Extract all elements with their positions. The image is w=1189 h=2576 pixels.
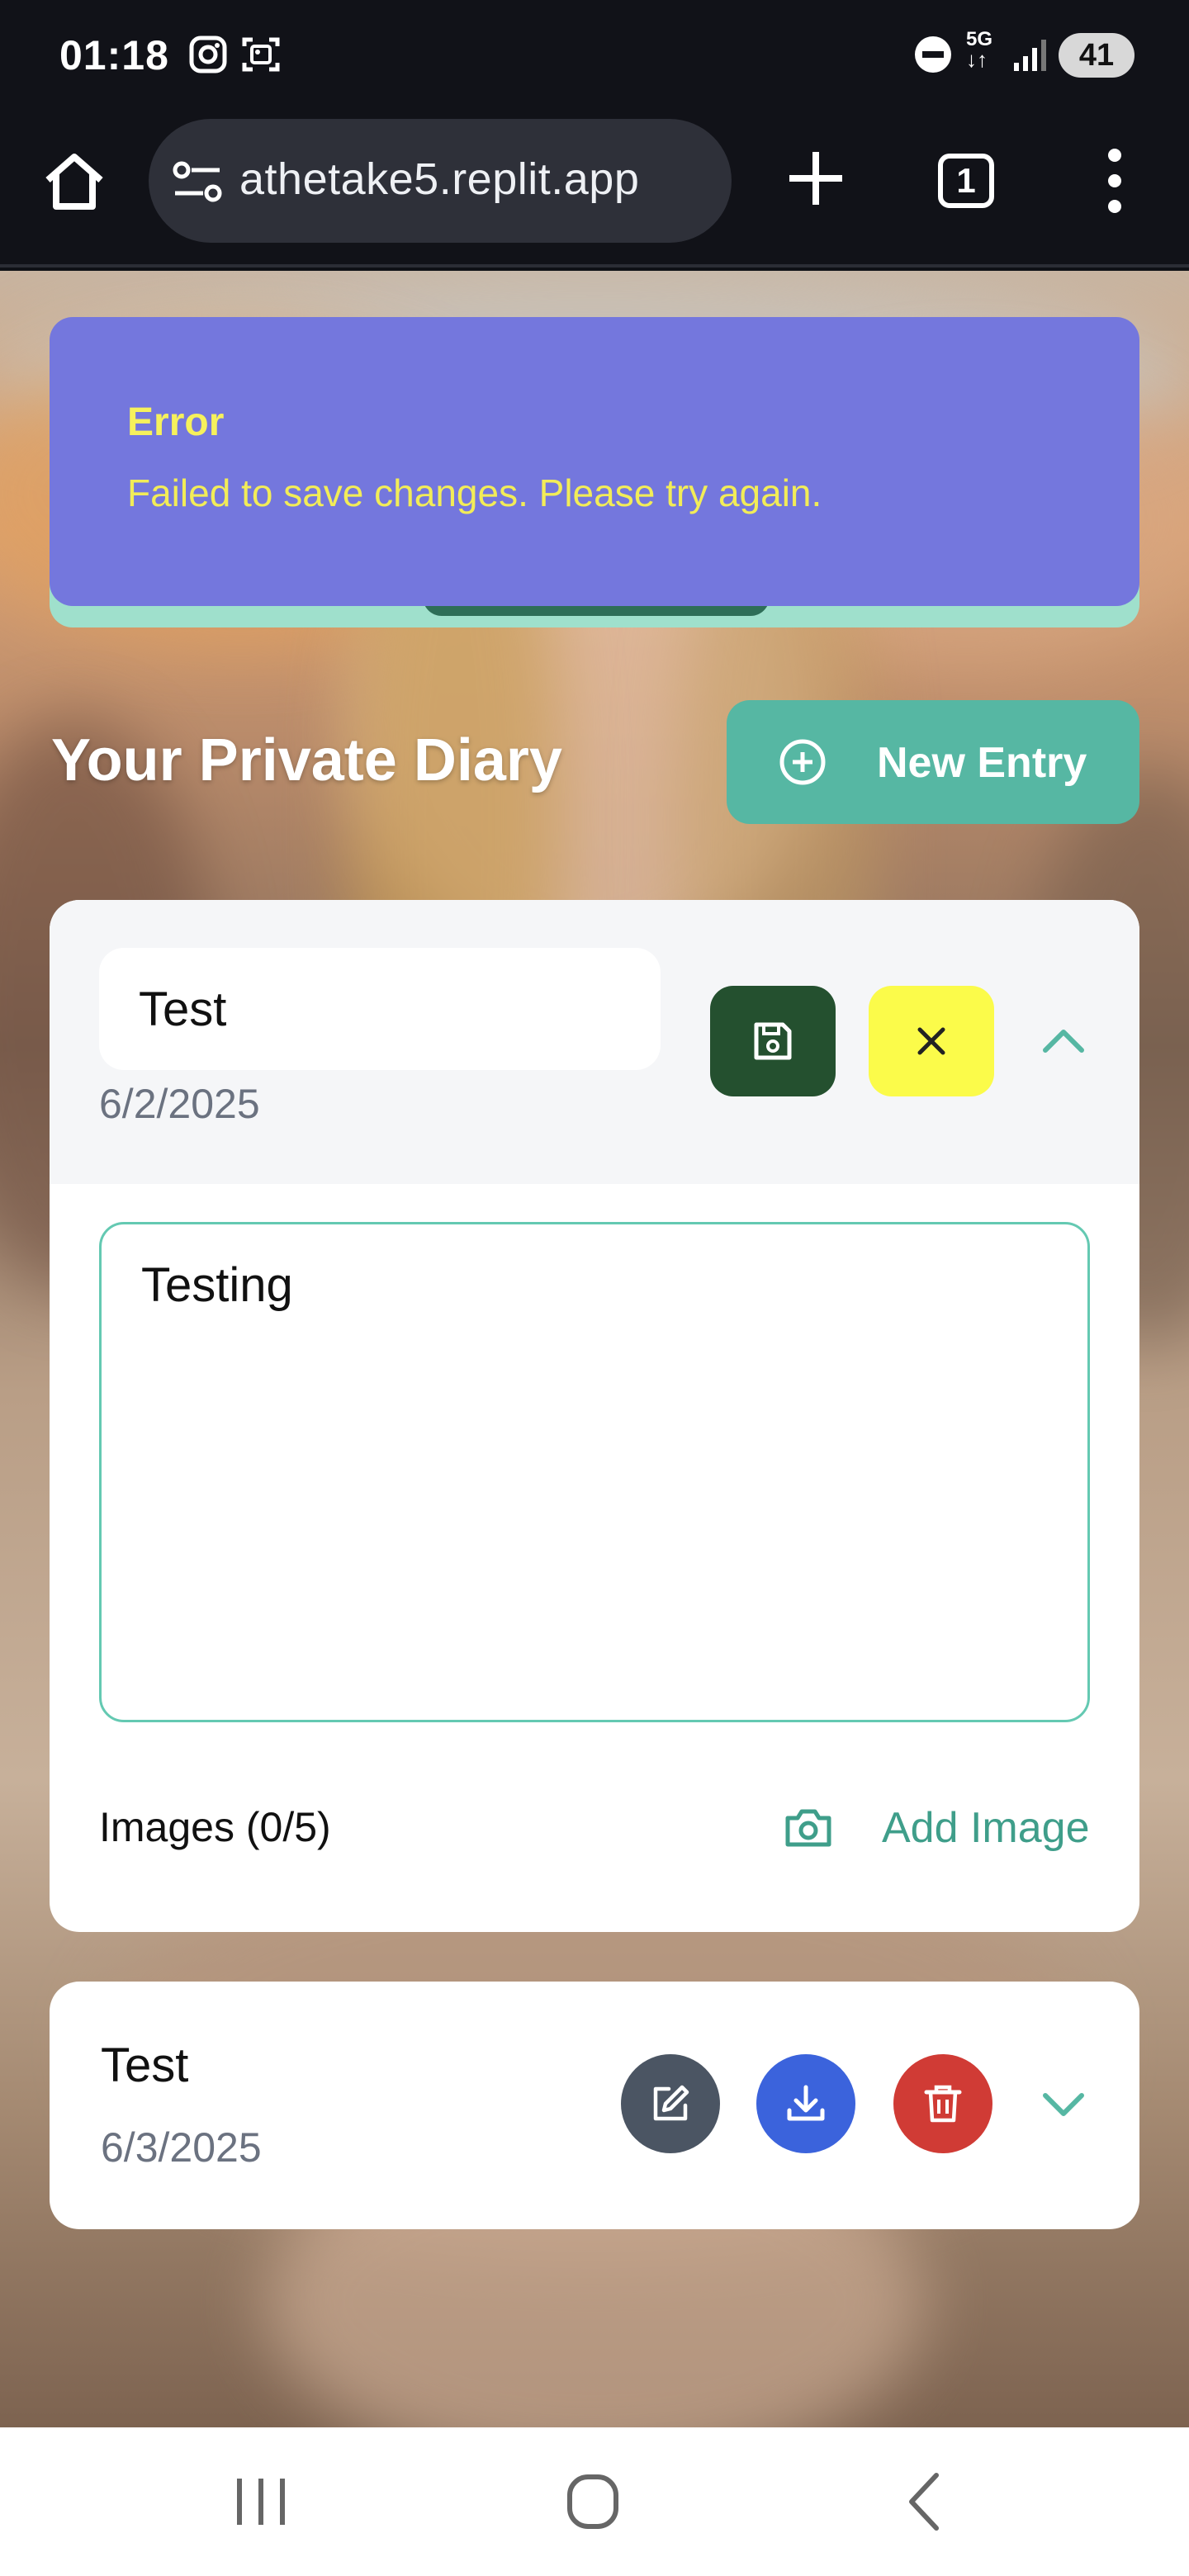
save-button[interactable] [710, 986, 836, 1096]
download-icon [787, 2085, 825, 2121]
address-bar[interactable]: athetake5.replit.app [149, 119, 732, 243]
images-count-label: Images (0/5) [99, 1804, 331, 1850]
camera-icon [785, 1809, 831, 1847]
add-image-button[interactable]: Add Image [727, 1790, 1106, 1864]
network-type: 5G ↓↑ [966, 30, 992, 72]
entry-card-editing: 6/2/2025 Testing Images (0/5) [50, 900, 1139, 1932]
add-image-label: Add Image [882, 1804, 1090, 1852]
new-entry-button[interactable]: New Entry [727, 700, 1139, 824]
delete-button[interactable] [893, 2054, 992, 2153]
entry-title: Test [101, 2039, 189, 2092]
close-icon [917, 1027, 945, 1055]
status-bar: 01:18 5G ↓↑ 41 [0, 0, 1189, 116]
plus-circle-icon [779, 739, 826, 785]
chevron-down-icon[interactable] [1034, 2074, 1093, 2133]
system-nav-bar [0, 2427, 1189, 2576]
status-time: 01:18 [59, 32, 169, 78]
chevron-up-icon[interactable] [1034, 1012, 1093, 1072]
data-arrows-icon: ↓↑ [966, 47, 988, 72]
more-vert-icon[interactable] [1098, 144, 1131, 218]
entry-card-header: 6/2/2025 [50, 900, 1139, 1184]
download-button[interactable] [756, 2054, 855, 2153]
entry-content-textarea[interactable]: Testing [99, 1222, 1090, 1722]
home-icon[interactable] [40, 147, 109, 216]
dnd-icon [915, 36, 951, 73]
recent-apps-icon[interactable] [220, 2469, 302, 2535]
instagram-icon [189, 36, 227, 73]
error-toast[interactable]: Error Failed to save changes. Please try… [50, 317, 1139, 606]
page-title: Your Private Diary [51, 727, 562, 793]
trash-icon [924, 2085, 962, 2123]
url-text: athetake5.replit.app [239, 154, 640, 204]
new-entry-label: New Entry [877, 739, 1087, 787]
entry-title-input[interactable] [99, 948, 661, 1070]
browser-toolbar: athetake5.replit.app 1 [0, 116, 1189, 268]
tabs-icon[interactable]: 1 [938, 154, 994, 208]
back-icon[interactable] [883, 2469, 966, 2535]
home-nav-icon[interactable] [552, 2469, 634, 2535]
site-settings-icon[interactable] [170, 157, 226, 206]
toast-message: Failed to save changes. Please try again… [127, 471, 822, 514]
entry-date: 6/3/2025 [101, 2124, 262, 2171]
edit-button[interactable] [621, 2054, 720, 2153]
entry-card-collapsed[interactable]: Test 6/3/2025 [50, 1982, 1139, 2229]
cancel-button[interactable] [869, 986, 994, 1096]
screenshot-icon [242, 37, 280, 72]
screen: 01:18 5G ↓↑ 41 athetake5.replit.app 1 Er… [0, 0, 1189, 2576]
signal-icon [1014, 40, 1046, 71]
battery-indicator: 41 [1059, 33, 1135, 78]
toast-title: Error [127, 400, 225, 444]
edit-icon [653, 2085, 689, 2121]
save-icon [754, 1022, 792, 1060]
entry-date: 6/2/2025 [99, 1081, 260, 1127]
new-tab-plus-icon[interactable] [783, 145, 849, 211]
